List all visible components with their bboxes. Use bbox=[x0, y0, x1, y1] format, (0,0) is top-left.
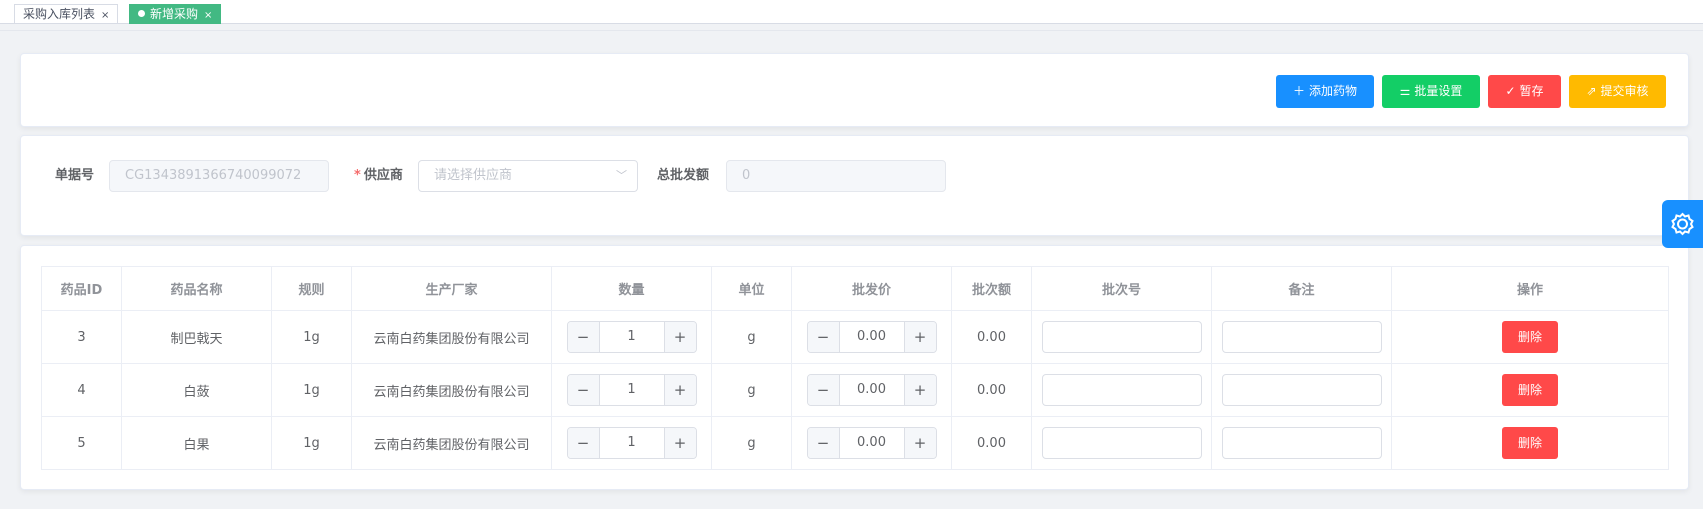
drug-unit: g bbox=[711, 310, 792, 364]
settings-button[interactable] bbox=[1662, 200, 1703, 248]
tab-label: 采购入库列表 bbox=[23, 7, 96, 21]
increment-button[interactable]: + bbox=[663, 375, 696, 405]
batch-amount: 0.00 bbox=[951, 310, 1032, 364]
price-input[interactable]: 0.00 bbox=[840, 375, 904, 405]
order-no-label: 单据号 bbox=[55, 168, 95, 183]
quantity-input[interactable]: 1 bbox=[600, 375, 664, 405]
drug-name: 制巴戟天 bbox=[121, 310, 272, 364]
col-header: 规则 bbox=[271, 266, 352, 311]
gear-icon bbox=[1671, 212, 1694, 236]
supplier-placeholder: 请选择供应商 bbox=[434, 168, 513, 183]
quantity-stepper: −1 + bbox=[566, 374, 697, 406]
col-header: 单位 bbox=[711, 266, 792, 311]
col-header: 药品ID bbox=[41, 266, 122, 311]
drug-name: 白果 bbox=[121, 416, 272, 470]
remark-input[interactable] bbox=[1221, 427, 1382, 459]
drug-table: 药品ID 药品名称 规则 生产厂家 数量 单位 批发价 批次额 批次号 备注 操… bbox=[41, 266, 1669, 470]
increment-button[interactable]: + bbox=[663, 428, 696, 458]
increment-button[interactable]: + bbox=[903, 375, 936, 405]
quantity-stepper: −1 + bbox=[566, 427, 697, 459]
batch-no-input[interactable] bbox=[1041, 427, 1202, 459]
col-header: 药品名称 bbox=[121, 266, 272, 311]
delete-button[interactable]: 删除 bbox=[1502, 427, 1558, 459]
drug-id: 5 bbox=[41, 416, 122, 470]
send-icon: ⇗ bbox=[1586, 84, 1597, 98]
batch-no-input[interactable] bbox=[1041, 374, 1202, 406]
decrement-button[interactable]: − bbox=[807, 428, 840, 458]
drug-id: 4 bbox=[41, 363, 122, 417]
col-header: 生产厂家 bbox=[351, 266, 552, 311]
delete-button[interactable]: 删除 bbox=[1502, 321, 1558, 353]
increment-button[interactable]: + bbox=[903, 428, 936, 458]
remark-input[interactable] bbox=[1221, 374, 1382, 406]
quantity-stepper: −1 + bbox=[566, 321, 697, 353]
decrement-button[interactable]: − bbox=[567, 428, 600, 458]
tab-new-purchase[interactable]: 新增采购 × bbox=[129, 4, 222, 24]
drug-id: 3 bbox=[41, 310, 122, 364]
price-input[interactable]: 0.00 bbox=[840, 322, 904, 352]
tab-purchase-list[interactable]: 采购入库列表 × bbox=[14, 4, 119, 24]
table-row: 4 白蔹 1g 云南白药集团股份有限公司 −1 + g −0.00 + 0.00 删… bbox=[41, 363, 1669, 417]
batch-amount: 0.00 bbox=[951, 416, 1032, 470]
price-input[interactable]: 0.00 bbox=[840, 428, 904, 458]
decrement-button[interactable]: − bbox=[567, 322, 600, 352]
close-icon[interactable]: × bbox=[101, 10, 109, 21]
col-header: 批次额 bbox=[951, 266, 1032, 311]
batch-no-input[interactable] bbox=[1041, 321, 1202, 353]
active-dot-icon bbox=[138, 10, 145, 17]
sliders-icon: ⚌ bbox=[1399, 84, 1411, 98]
remark-input[interactable] bbox=[1221, 321, 1382, 353]
total-wholesale-label: 总批发额 bbox=[657, 168, 710, 183]
col-header: 操作 bbox=[1391, 266, 1669, 311]
drug-spec: 1g bbox=[271, 416, 352, 470]
drug-unit: g bbox=[711, 416, 792, 470]
check-icon: ✓ bbox=[1505, 84, 1516, 98]
drug-maker: 云南白药集团股份有限公司 bbox=[351, 363, 552, 417]
quantity-input[interactable]: 1 bbox=[600, 322, 664, 352]
form-card: 单据号 CG1343891366740099072 * 供应商 请选择供应商 ﹀ … bbox=[20, 135, 1689, 236]
decrement-button[interactable]: − bbox=[567, 375, 600, 405]
drug-maker: 云南白药集团股份有限公司 bbox=[351, 310, 552, 364]
total-wholesale-field: 0 bbox=[726, 160, 946, 192]
table-header-row: 药品ID 药品名称 规则 生产厂家 数量 单位 批发价 批次额 批次号 备注 操… bbox=[41, 266, 1669, 311]
col-header: 批次号 bbox=[1031, 266, 1212, 311]
drug-unit: g bbox=[711, 363, 792, 417]
delete-button[interactable]: 删除 bbox=[1502, 374, 1558, 406]
add-drug-button[interactable]: ＋添加药物 bbox=[1276, 75, 1374, 108]
drug-maker: 云南白药集团股份有限公司 bbox=[351, 416, 552, 470]
table-row: 3 制巴戟天 1g 云南白药集团股份有限公司 −1 + g −0.00 + 0.00… bbox=[41, 310, 1669, 364]
increment-button[interactable]: + bbox=[663, 322, 696, 352]
increment-button[interactable]: + bbox=[903, 322, 936, 352]
divider bbox=[0, 30, 1703, 31]
order-no-field: CG1343891366740099072 bbox=[109, 160, 329, 192]
decrement-button[interactable]: − bbox=[807, 375, 840, 405]
col-header: 备注 bbox=[1211, 266, 1392, 311]
col-header: 批发价 bbox=[791, 266, 952, 311]
table-row: 5 白果 1g 云南白药集团股份有限公司 −1 + g −0.00 + 0.00 删… bbox=[41, 416, 1669, 470]
drug-name: 白蔹 bbox=[121, 363, 272, 417]
submit-review-button[interactable]: ⇗ 提交审核 bbox=[1569, 75, 1666, 108]
col-header: 数量 bbox=[551, 266, 712, 311]
quantity-input[interactable]: 1 bbox=[600, 428, 664, 458]
drug-spec: 1g bbox=[271, 310, 352, 364]
decrement-button[interactable]: − bbox=[807, 322, 840, 352]
tab-label: 新增采购 bbox=[150, 7, 199, 21]
close-icon[interactable]: × bbox=[204, 10, 212, 21]
plus-icon: ＋ bbox=[1292, 84, 1305, 98]
price-stepper: −0.00 + bbox=[806, 374, 937, 406]
save-draft-button[interactable]: ✓ 暂存 bbox=[1488, 75, 1561, 108]
table-card: 药品ID 药品名称 规则 生产厂家 数量 单位 批发价 批次额 批次号 备注 操… bbox=[20, 245, 1689, 490]
batch-settings-button[interactable]: ⚌ 批量设置 bbox=[1382, 75, 1480, 108]
batch-amount: 0.00 bbox=[951, 363, 1032, 417]
price-stepper: −0.00 + bbox=[806, 321, 937, 353]
drug-spec: 1g bbox=[271, 363, 352, 417]
toolbar-card: ＋添加药物 ⚌ 批量设置 ✓ 暂存 ⇗ 提交审核 bbox=[20, 53, 1689, 127]
supplier-select[interactable]: 请选择供应商 ﹀ bbox=[418, 160, 638, 192]
supplier-label: * 供应商 bbox=[354, 168, 403, 183]
tags-bar: 采购入库列表 × 新增采购 × bbox=[0, 0, 1703, 24]
chevron-down-icon: ﹀ bbox=[616, 169, 627, 182]
price-stepper: −0.00 + bbox=[806, 427, 937, 459]
